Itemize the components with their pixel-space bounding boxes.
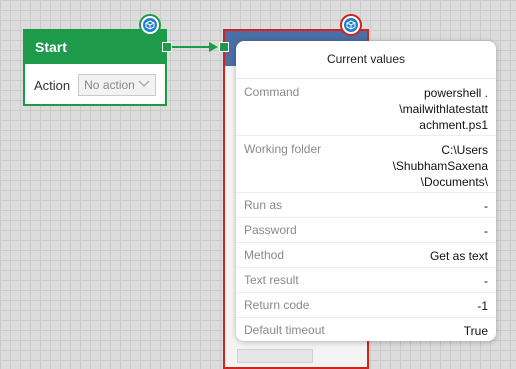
- row-return-code: Return code -1: [236, 293, 496, 318]
- row-value: -: [484, 224, 488, 238]
- connector-line: [172, 46, 212, 48]
- command-node-cube-icon: [340, 14, 362, 36]
- row-value: C:\Users \ShubhamSaxena \Documents\: [392, 143, 488, 189]
- row-value: -: [484, 274, 488, 288]
- row-value: -: [484, 199, 488, 213]
- command-input-port[interactable]: [219, 42, 229, 52]
- connector-arrow-icon: [209, 42, 218, 52]
- row-key: Method: [244, 248, 285, 262]
- popup-title: Current values: [236, 41, 496, 79]
- chevron-down-icon: [138, 80, 150, 91]
- row-value: True: [463, 324, 488, 338]
- row-key: Return code: [244, 298, 310, 312]
- row-text-result: Text result -: [236, 268, 496, 293]
- row-key: Run as: [244, 198, 283, 212]
- row-run-as: Run as -: [236, 193, 496, 218]
- row-key: Password: [244, 223, 297, 237]
- start-output-port[interactable]: [162, 42, 172, 52]
- command-node-button[interactable]: [237, 349, 313, 363]
- row-value: powershell . \mailwithlatestatt achment.…: [399, 86, 488, 132]
- row-key: Command: [244, 85, 300, 99]
- row-key: Working folder: [244, 142, 322, 156]
- start-node-title: Start: [25, 31, 165, 64]
- start-node[interactable]: Start Action No action: [23, 29, 167, 106]
- row-method: Method Get as text: [236, 243, 496, 268]
- row-key: Default timeout: [244, 323, 325, 337]
- row-password: Password -: [236, 218, 496, 243]
- row-value: Get as text: [429, 249, 488, 263]
- row-default-timeout: Default timeout True: [236, 318, 496, 341]
- row-command: Command powershell . \mailwithlatestatt …: [236, 79, 496, 136]
- action-select-value: No action: [84, 78, 135, 92]
- start-node-cube-icon: [139, 14, 161, 36]
- row-key: Text result: [244, 273, 299, 287]
- row-working-folder: Working folder C:\Users \ShubhamSaxena \…: [236, 136, 496, 193]
- action-select[interactable]: No action: [78, 74, 156, 96]
- action-label: Action: [34, 77, 71, 93]
- current-values-popup: Current values Command powershell . \mai…: [236, 41, 496, 341]
- row-value: -1: [477, 299, 488, 313]
